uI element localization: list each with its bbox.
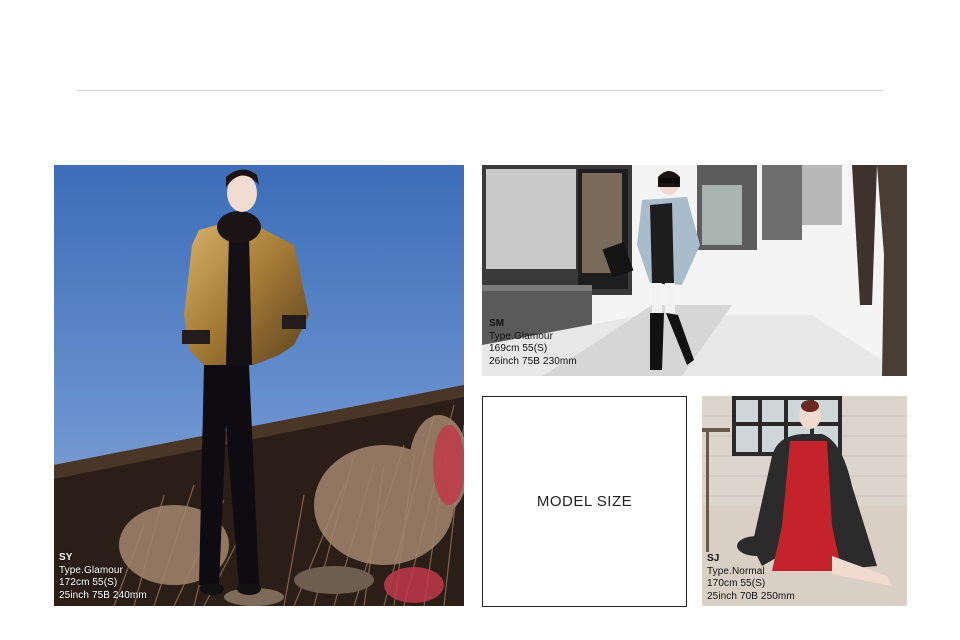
model-height-size-sj: 170cm 55(S)	[707, 578, 766, 589]
model-code-sy: SY	[59, 552, 73, 563]
top-divider	[76, 90, 884, 91]
model-type-sj: Type.Normal	[707, 565, 765, 577]
model-caption-sj: SJ Type.Normal 170cm 55(S) 25inch 70B 25…	[707, 553, 795, 603]
model-size-page: SY Type.Glamour 172cm 55(S) 25inch 75B 2…	[0, 0, 960, 640]
model-type-sm: Type.Glamour	[489, 330, 554, 342]
model-measurements-sm: 26inch 75B 230mm	[489, 355, 577, 367]
model-code-sm: SM	[489, 318, 505, 329]
model-height-size-sy: 172cm 55(S)	[59, 577, 118, 588]
model-code-sj: SJ	[707, 553, 720, 564]
model-caption-sm: SM Type.Glamour 169cm 55(S) 26inch 75B 2…	[489, 318, 577, 368]
model-photo-sy: SY Type.Glamour 172cm 55(S) 25inch 75B 2…	[54, 165, 464, 606]
model-height-size-sm: 169cm 55(S)	[489, 343, 548, 354]
model-measurements-sj: 25inch 70B 250mm	[707, 590, 795, 602]
model-size-box: MODEL SIZE	[482, 396, 687, 607]
model-photo-sy-image	[54, 165, 464, 606]
model-photo-sj: SJ Type.Normal 170cm 55(S) 25inch 70B 25…	[702, 396, 907, 606]
model-measurements-sy: 25inch 75B 240mm	[59, 589, 147, 601]
model-photo-sm: SM Type.Glamour 169cm 55(S) 26inch 75B 2…	[482, 165, 907, 376]
model-type-sy: Type.Glamour	[59, 564, 124, 576]
model-size-label: MODEL SIZE	[536, 493, 633, 510]
model-caption-sy: SY Type.Glamour 172cm 55(S) 25inch 75B 2…	[59, 552, 147, 602]
